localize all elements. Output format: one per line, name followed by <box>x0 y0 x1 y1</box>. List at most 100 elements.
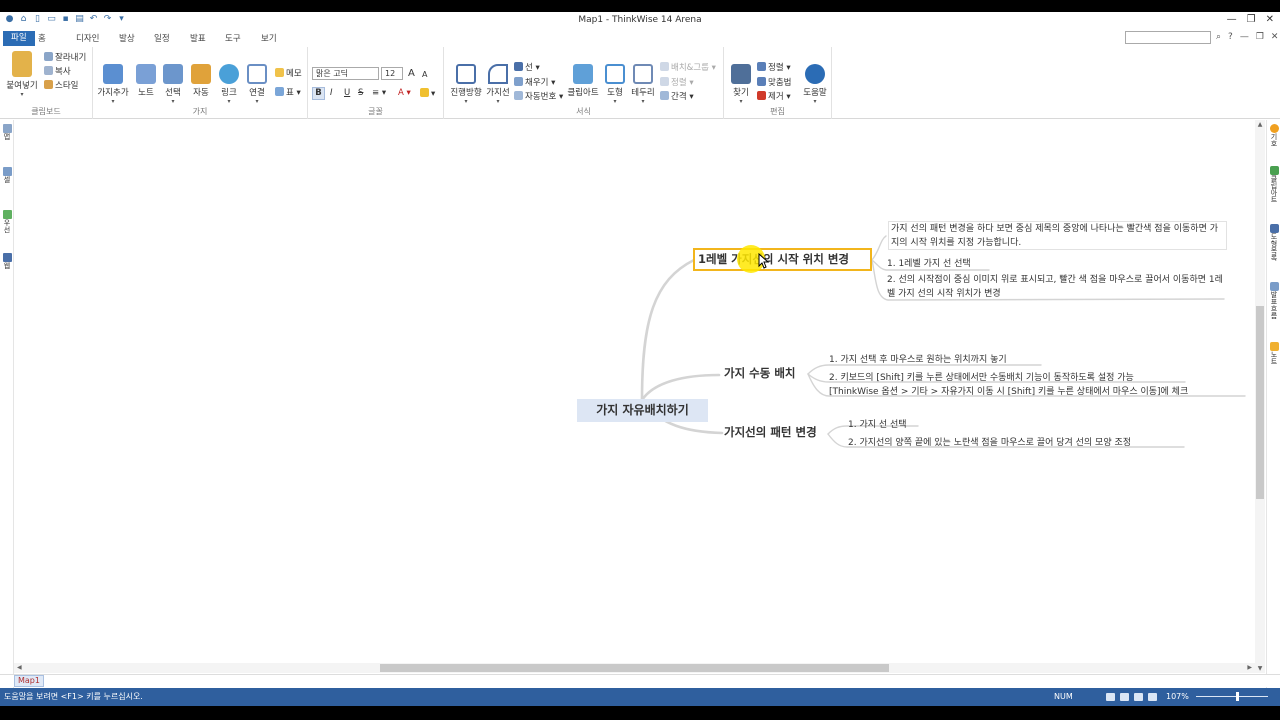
arrange-button[interactable]: 배치&그룹 ▾ <box>660 62 716 74</box>
sort-button[interactable]: 정렬 ▾ <box>757 62 791 74</box>
chevron-down-icon: ▾ <box>496 98 500 105</box>
right-panel-presentation[interactable]: 발표흐름 <box>1269 282 1279 320</box>
font-color-button[interactable]: A ▾ <box>398 88 411 99</box>
tab-schedule[interactable]: 일정 <box>154 32 170 46</box>
tab-file[interactable]: 파일 <box>3 31 35 46</box>
connect-button[interactable]: 연결 ▾ <box>244 64 270 105</box>
vertical-scrollbar[interactable]: ▲ ▼ <box>1255 120 1265 673</box>
align-icon: ≡ <box>372 88 380 98</box>
doc-close-icon[interactable]: ✕ <box>1271 32 1279 42</box>
shape-button[interactable]: 도형 ▾ <box>602 64 628 105</box>
clipart-button[interactable]: 클립아트 <box>566 64 600 98</box>
vertical-scroll-thumb[interactable] <box>1256 306 1264 499</box>
tab-home[interactable]: 홈 <box>38 32 46 46</box>
subtopic[interactable]: 1. 가지 선택 후 마우스로 원하는 위치까지 놓기 <box>829 352 1007 365</box>
map-canvas[interactable]: 가지 자유배치하기 1레벨 가지선의 시작 위치 변경 가지 선의 패턴 변경을… <box>14 120 1255 663</box>
style-button[interactable]: 스타일 <box>44 80 78 92</box>
right-panel-clipart[interactable]: 클립아트 <box>1269 166 1279 204</box>
left-panel-map[interactable]: 맵 <box>2 124 12 141</box>
scroll-up-icon[interactable]: ▲ <box>1256 121 1264 128</box>
direction-button[interactable]: 진행방향 ▾ <box>446 64 486 105</box>
tab-design[interactable]: 디자인 <box>76 32 99 46</box>
branchline-button[interactable]: 가지선 ▾ <box>484 64 512 105</box>
branch-description[interactable]: 가지 선의 패턴 변경을 하다 보면 중심 제목의 중앙에 나타나는 빨간색 점… <box>888 221 1227 250</box>
scroll-right-icon[interactable]: ▶ <box>1247 663 1252 673</box>
normal-view-icon[interactable] <box>1120 693 1129 701</box>
strike-button[interactable]: S <box>358 88 363 99</box>
spellcheck-button[interactable]: 맞춤법 <box>757 77 791 89</box>
right-panel-note[interactable]: 노트 <box>1269 342 1279 366</box>
link-button[interactable]: 링크 ▾ <box>216 64 242 105</box>
tab-map1[interactable]: Map1 <box>14 675 44 687</box>
border-button[interactable]: 테두리 ▾ <box>630 64 656 105</box>
tab-presentation[interactable]: 발표 <box>190 32 206 46</box>
cut-button[interactable]: 잘라내기 <box>44 52 86 64</box>
auto-button[interactable]: 자동 <box>188 64 214 98</box>
bold-button[interactable]: B <box>312 87 325 100</box>
help-button[interactable]: 도움말 ▾ <box>800 64 830 105</box>
format-align-button[interactable]: 정렬 ▾ <box>660 77 694 89</box>
copy-button[interactable]: 복사 <box>44 66 71 78</box>
right-panel-symbols[interactable]: 기호 <box>1269 124 1279 148</box>
line-button[interactable]: 선 ▾ <box>514 62 540 74</box>
highlight-button[interactable]: ▾ <box>420 88 435 100</box>
add-branch-button[interactable]: 가지추가 ▾ <box>95 64 131 105</box>
search-icon[interactable]: ⌕ <box>1216 32 1221 42</box>
zoom-slider-handle[interactable] <box>1236 692 1239 701</box>
grow-font-button[interactable]: A <box>408 68 415 79</box>
find-button[interactable]: 찾기 ▾ <box>728 64 754 105</box>
subtopic[interactable]: 2. 선의 시작점이 중심 이미지 위로 표시되고, 빨간 색 점을 마우스로 … <box>887 273 1227 301</box>
doc-restore-icon[interactable]: ❐ <box>1256 32 1264 42</box>
paste-button[interactable]: 붙여넣기 ▾ <box>4 51 40 98</box>
select-button[interactable]: 선택 ▾ <box>160 64 186 105</box>
ribbon-minimize-icon[interactable]: — <box>1240 32 1249 42</box>
subtopic[interactable]: [ThinkWise 옵션 > 기타 > 자유가지 이동 시 [Shift] 키… <box>829 384 1188 397</box>
font-size-select[interactable]: 12 <box>381 67 403 80</box>
ribbon-search-input[interactable] <box>1125 31 1211 44</box>
note-button[interactable]: 노트 <box>133 64 159 98</box>
scroll-down-icon[interactable]: ▼ <box>1256 665 1264 672</box>
restore-button[interactable]: ❐ <box>1247 14 1256 25</box>
fill-button[interactable]: 채우기 ▾ <box>514 77 555 89</box>
table-button[interactable]: 표 ▾ <box>275 87 301 99</box>
close-button[interactable]: ✕ <box>1266 14 1274 25</box>
help-icon[interactable]: ? <box>1228 32 1233 42</box>
autonum-button[interactable]: 자동번호 ▾ <box>514 91 563 103</box>
remove-button[interactable]: 제거 ▾ <box>757 91 791 103</box>
align-button[interactable]: ≡ ▾ <box>372 88 386 99</box>
italic-button[interactable]: I <box>330 88 333 99</box>
minimize-button[interactable]: — <box>1227 14 1237 25</box>
subtopic[interactable]: 1. 1레벨 가지 선 선택 <box>887 256 971 269</box>
chevron-down-icon: ▾ <box>739 98 743 105</box>
tab-tools[interactable]: 도구 <box>225 32 241 46</box>
tab-ideation[interactable]: 발상 <box>119 32 135 46</box>
spacing-button[interactable]: 간격 ▾ <box>660 91 694 103</box>
outline-view-icon[interactable] <box>1134 693 1143 701</box>
zoom-fit-icon[interactable] <box>1106 693 1115 701</box>
underline-button[interactable]: U <box>344 88 350 99</box>
subtopic[interactable]: 1. 가지 선 선택 <box>848 417 907 430</box>
full-view-icon[interactable] <box>1148 693 1157 701</box>
right-panel-shapes[interactable]: 도형목록 <box>1269 224 1279 262</box>
branch-topic[interactable]: 가지선의 패턴 변경 <box>724 424 817 440</box>
left-panel-priority[interactable]: 우선 <box>2 210 12 234</box>
select-icon <box>163 64 183 84</box>
left-panel-web[interactable]: 웹 <box>2 253 12 270</box>
tab-view[interactable]: 보기 <box>261 32 277 46</box>
branch-topic-selected[interactable]: 1레벨 가지선의 시작 위치 변경 <box>693 248 872 271</box>
zoom-slider[interactable] <box>1196 696 1268 697</box>
left-panel-cell[interactable]: 셀 <box>2 167 12 184</box>
horizontal-scroll-thumb[interactable] <box>380 664 889 672</box>
memo-button[interactable]: 메모 <box>275 68 302 80</box>
central-topic[interactable]: 가지 자유배치하기 <box>577 399 708 422</box>
chevron-down-icon: ▾ <box>20 91 24 98</box>
font-family-select[interactable]: 맑은 고딕 <box>312 67 379 80</box>
edit-group: 찾기 ▾ 정렬 ▾ 맞춤법 제거 ▾ 도움말 ▾ 편집 <box>724 47 832 119</box>
table-icon <box>275 87 284 96</box>
scroll-left-icon[interactable]: ◀ <box>17 663 22 673</box>
horizontal-scrollbar[interactable]: ◀ ▶ <box>14 663 1255 673</box>
subtopic[interactable]: 2. 가지선의 양쪽 끝에 있는 노란색 점을 마우스로 끌어 당겨 선의 모양… <box>848 435 1131 448</box>
branch-topic[interactable]: 가지 수동 배치 <box>724 365 796 381</box>
subtopic[interactable]: 2. 키보드의 [Shift] 키를 누른 상태에서만 수동배치 기능이 동작하… <box>829 370 1134 383</box>
shrink-font-button[interactable]: A <box>422 69 427 80</box>
